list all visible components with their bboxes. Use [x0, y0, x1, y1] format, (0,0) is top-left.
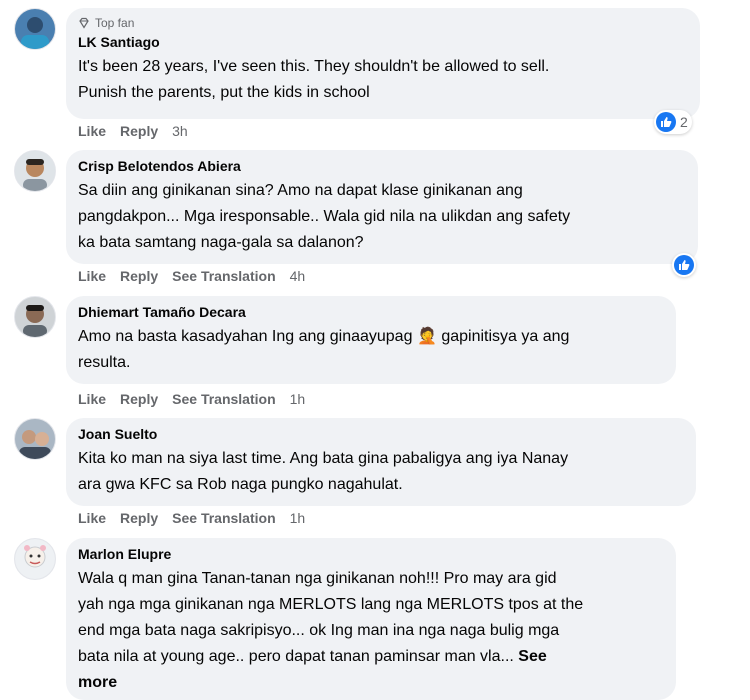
comment-bubble: Marlon Elupre Wala q man gina Tanan-tana… — [66, 538, 676, 700]
top-fan-label: Top fan — [95, 16, 135, 30]
timestamp[interactable]: 1h — [290, 391, 306, 407]
avatar[interactable] — [14, 150, 56, 192]
like-button[interactable]: Like — [78, 123, 106, 139]
comment-line: end mga bata naga sakripisyo... ok Ing m… — [78, 622, 560, 639]
like-reaction-icon — [674, 255, 694, 275]
comment-line-part: Amo na basta kasadyahan Ing ang ginaayup… — [78, 328, 413, 345]
comment-line: Wala q man gina Tanan-tanan nga ginikana… — [78, 570, 557, 587]
comment-bubble: Joan Suelto Kita ko man na siya last tim… — [66, 418, 696, 506]
commenter-name[interactable]: Joan Suelto — [78, 425, 684, 444]
commenter-name[interactable]: Dhiemart Tamaño Decara — [78, 303, 664, 322]
comment-line-part: gapinitisya ya ang — [441, 328, 570, 345]
avatar[interactable] — [14, 418, 56, 460]
reply-button[interactable]: Reply — [120, 268, 158, 284]
reaction-count[interactable] — [672, 253, 696, 277]
comment-text: Amo na basta kasadyahan Ing ang ginaayup… — [78, 324, 664, 376]
commenter-name[interactable]: Marlon Elupre — [78, 545, 664, 564]
comment-bubble: Dhiemart Tamaño Decara Amo na basta kasa… — [66, 296, 676, 384]
reaction-count[interactable]: 2 — [654, 110, 692, 134]
see-translation-button[interactable]: See Translation — [172, 391, 275, 407]
commenter-name[interactable]: Crisp Belotendos Abiera — [78, 157, 686, 176]
comment-line: yah nga mga ginikanan nga MERLOTS lang n… — [78, 596, 584, 613]
avatar[interactable] — [14, 538, 56, 580]
comment-actions: Like Reply See Translation 4h — [78, 266, 305, 286]
comment-actions: Like Reply See Translation 1h — [78, 508, 305, 528]
avatar-photo-icon — [15, 539, 55, 579]
like-button[interactable]: Like — [78, 510, 106, 526]
avatar-photo-icon — [15, 9, 55, 49]
comment-line: Sa diin ang ginikanan sina? Amo na dapat… — [78, 182, 523, 199]
comment-line: ara gwa KFC sa Rob naga pungko nagahulat… — [78, 476, 403, 493]
comment-text: Sa diin ang ginikanan sina? Amo na dapat… — [78, 178, 686, 256]
comment-text: Kita ko man na siya last time. Ang bata … — [78, 446, 684, 498]
avatar-photo-icon — [15, 297, 55, 337]
like-reaction-icon — [656, 112, 676, 132]
comment-line: ka bata samtang naga-gala sa dalanon? — [78, 234, 364, 251]
reply-button[interactable]: Reply — [120, 510, 158, 526]
like-button[interactable]: Like — [78, 391, 106, 407]
see-translation-button[interactable]: See Translation — [172, 268, 275, 284]
reply-button[interactable]: Reply — [120, 123, 158, 139]
comment-actions: Like Reply 3h — [78, 121, 188, 141]
avatar-photo-icon — [15, 419, 55, 459]
like-button[interactable]: Like — [78, 268, 106, 284]
diamond-icon — [79, 17, 89, 29]
comment-line: resulta. — [78, 354, 131, 371]
comment-bubble: Top fan LK Santiago It's been 28 years, … — [66, 8, 700, 119]
avatar[interactable] — [14, 8, 56, 50]
facepalm-emoji: 🤦 — [416, 328, 437, 345]
comment-line: pangdakpon... Mga iresponsable.. Wala gi… — [78, 208, 571, 225]
reply-button[interactable]: Reply — [120, 391, 158, 407]
see-more-link-continued[interactable]: more — [78, 670, 664, 696]
comment-line-part: bata nila at young age.. pero dapat tana… — [78, 648, 514, 665]
comment-line: Punish the parents, put the kids in scho… — [78, 84, 370, 101]
comment-actions: Like Reply See Translation 1h — [78, 389, 305, 409]
comment-line: Kita ko man na siya last time. Ang bata … — [78, 450, 569, 467]
timestamp[interactable]: 3h — [172, 123, 188, 139]
comment-text: Wala q man gina Tanan-tanan nga ginikana… — [78, 566, 664, 696]
comment-bubble: Crisp Belotendos Abiera Sa diin ang gini… — [66, 150, 698, 264]
commenter-name[interactable]: LK Santiago — [78, 33, 688, 52]
comment-line: bata nila at young age.. pero dapat tana… — [78, 644, 664, 670]
reaction-number: 2 — [680, 114, 688, 130]
top-fan-badge: Top fan — [78, 15, 688, 31]
see-more-link[interactable]: See — [518, 648, 546, 665]
timestamp[interactable]: 4h — [290, 268, 306, 284]
comment-line: It's been 28 years, I've seen this. They… — [78, 58, 550, 75]
comment-text: It's been 28 years, I've seen this. They… — [78, 54, 688, 106]
comment-line: Amo na basta kasadyahan Ing ang ginaayup… — [78, 324, 664, 350]
see-translation-button[interactable]: See Translation — [172, 510, 275, 526]
timestamp[interactable]: 1h — [290, 510, 306, 526]
avatar-photo-icon — [15, 151, 55, 191]
avatar[interactable] — [14, 296, 56, 338]
